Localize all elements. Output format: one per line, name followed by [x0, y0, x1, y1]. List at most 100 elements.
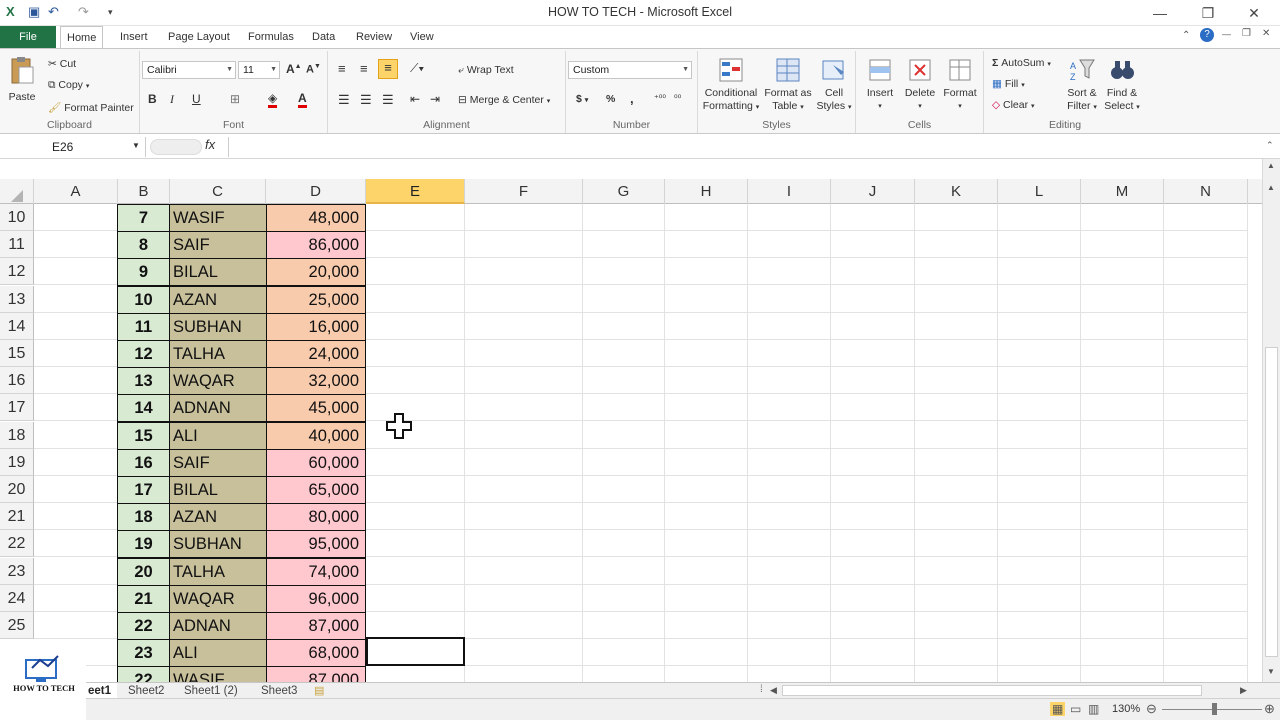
orientation-icon[interactable]: ⟋▾ — [410, 61, 424, 76]
currency-button[interactable]: $ ▾ — [576, 93, 588, 105]
align-center-icon[interactable]: ☰ — [360, 92, 372, 108]
help-icon[interactable]: ? — [1200, 28, 1214, 42]
align-bottom-icon[interactable]: ≡ — [378, 59, 398, 79]
restore-icon[interactable]: ❐ — [1188, 2, 1228, 24]
align-left-icon[interactable]: ☰ — [338, 92, 350, 108]
split-vertical-icon[interactable]: ▲ — [1267, 161, 1275, 170]
increase-indent-icon[interactable]: ⇥ — [430, 92, 440, 106]
vertical-scrollbar[interactable]: ▲ ▲ ▼ — [1262, 159, 1280, 682]
cell-b[interactable]: 10 — [117, 285, 170, 314]
tab-insert[interactable]: Insert — [114, 26, 154, 48]
cell-d[interactable]: 68,000 — [266, 639, 366, 668]
cell-d[interactable]: 32,000 — [266, 367, 366, 396]
normal-view-icon[interactable]: ▦ — [1050, 702, 1066, 716]
cell-d[interactable]: 16,000 — [266, 312, 366, 341]
cell-c[interactable]: TALHA — [169, 340, 267, 368]
scroll-left-icon[interactable]: ◀ — [770, 685, 777, 696]
format-painter-button[interactable]: 🖌 Format Painter — [48, 101, 134, 114]
minimize-ribbon-icon[interactable]: ⌃ — [1182, 30, 1190, 41]
cell-b[interactable]: 12 — [117, 340, 170, 368]
cell-d[interactable]: 87,000 — [266, 612, 366, 640]
insert-function-icon[interactable]: fx — [205, 137, 215, 152]
cell-b[interactable]: 22 — [117, 666, 170, 682]
scroll-up-icon[interactable]: ▲ — [1267, 183, 1275, 192]
row-header[interactable]: 17 — [0, 394, 34, 422]
cell-c[interactable]: AZAN — [169, 503, 267, 532]
row-header[interactable]: 11 — [0, 231, 34, 259]
merge-center-button[interactable]: ⊟ Merge & Center ▾ — [458, 94, 550, 106]
column-header-i[interactable]: I — [748, 179, 831, 204]
align-middle-icon[interactable]: ≡ — [360, 61, 368, 76]
decrease-decimal-icon[interactable]: ⁰⁰ — [674, 93, 681, 104]
cell-d[interactable]: 80,000 — [266, 503, 366, 532]
number-format-select[interactable]: Custom ▼ — [568, 61, 692, 79]
align-top-icon[interactable]: ≡ — [338, 61, 346, 76]
zoom-level[interactable]: 130% — [1112, 703, 1140, 715]
borders-icon[interactable]: ⊞ — [230, 92, 240, 106]
delete-cells-button[interactable]: Delete ▾ — [900, 57, 940, 113]
workbook-minimize-icon[interactable]: — — [1222, 29, 1231, 39]
cell-b[interactable]: 16 — [117, 448, 170, 477]
page-break-view-icon[interactable]: ▥ — [1088, 702, 1099, 716]
cell-c[interactable]: WAQAR — [169, 367, 267, 396]
row-header[interactable]: 21 — [0, 503, 34, 531]
cell-c[interactable]: SUBHAN — [169, 530, 267, 559]
row-header[interactable]: 24 — [0, 584, 34, 612]
cell-c[interactable]: WAQAR — [169, 584, 267, 613]
expand-formula-bar-icon[interactable]: ⌃ — [1266, 140, 1274, 151]
cell-d[interactable]: 65,000 — [266, 476, 366, 504]
tab-file[interactable]: File — [0, 26, 56, 48]
wrap-text-button[interactable]: ⤶ Wrap Text — [458, 64, 514, 77]
tab-formulas[interactable]: Formulas — [242, 26, 300, 48]
vertical-scroll-thumb[interactable] — [1265, 347, 1278, 657]
cell-c[interactable]: BILAL — [169, 258, 267, 287]
scroll-right-icon[interactable]: ▶ — [1240, 685, 1247, 696]
page-layout-view-icon[interactable]: ▭ — [1070, 702, 1081, 716]
row-header[interactable]: 16 — [0, 367, 34, 395]
increase-decimal-icon[interactable]: ⁺⁰⁰ — [654, 93, 666, 104]
cell-c[interactable]: ALI — [169, 639, 267, 668]
zoom-slider-thumb[interactable] — [1212, 703, 1217, 715]
percent-button[interactable]: % — [606, 93, 615, 105]
column-header-a[interactable]: A — [34, 179, 118, 204]
column-header-f[interactable]: F — [465, 179, 583, 204]
row-header[interactable]: 18 — [0, 421, 34, 449]
cell-d[interactable]: 86,000 — [266, 231, 366, 260]
cell-b[interactable]: 19 — [117, 530, 170, 559]
close-icon[interactable]: ✕ — [1234, 2, 1274, 24]
formula-input[interactable] — [228, 137, 1263, 157]
column-header-b[interactable]: B — [118, 179, 170, 204]
minimize-icon[interactable]: — — [1140, 2, 1180, 24]
tab-home[interactable]: Home — [60, 26, 104, 48]
sheet-tab-sheet2[interactable]: Sheet2 — [122, 683, 170, 699]
row-header[interactable]: 10 — [0, 204, 34, 231]
tab-page-layout[interactable]: Page Layout — [162, 26, 236, 48]
sheet-tab-sheet1-2[interactable]: Sheet1 (2) — [178, 683, 244, 699]
workbook-close-icon[interactable]: ✕ — [1262, 28, 1270, 39]
comma-button[interactable]: , — [630, 91, 634, 106]
column-header-e[interactable]: E — [366, 179, 465, 204]
sort-filter-button[interactable]: AZ Sort & Filter ▾ — [1062, 57, 1102, 114]
column-header-h[interactable]: H — [665, 179, 748, 204]
clear-button[interactable]: ◇ Clear ▾ — [992, 99, 1035, 111]
column-header-g[interactable]: G — [583, 179, 665, 204]
row-header[interactable]: 19 — [0, 448, 34, 476]
row-header[interactable]: 13 — [0, 285, 34, 313]
decrease-indent-icon[interactable]: ⇤ — [410, 92, 420, 106]
tab-split-icon[interactable]: ⁞ — [760, 684, 763, 695]
italic-button[interactable]: I — [170, 92, 174, 107]
cell-c[interactable]: ADNAN — [169, 394, 267, 423]
find-select-button[interactable]: Find & Select ▾ — [1102, 57, 1142, 114]
cell-c[interactable]: SAIF — [169, 448, 267, 477]
sheet-tab-sheet3[interactable]: Sheet3 — [255, 683, 303, 699]
font-size-select[interactable]: 11 ▼ — [238, 61, 280, 79]
cell-c[interactable]: WASIF — [169, 666, 267, 682]
tab-review[interactable]: Review — [350, 26, 398, 48]
cell-b[interactable]: 13 — [117, 367, 170, 396]
align-right-icon[interactable]: ☰ — [382, 92, 394, 108]
autosum-button[interactable]: Σ AutoSum ▾ — [992, 57, 1051, 69]
underline-button[interactable]: U — [192, 92, 201, 106]
scroll-down-icon[interactable]: ▼ — [1267, 667, 1275, 676]
cell-styles-button[interactable]: Cell Styles ▾ — [814, 57, 854, 114]
horizontal-scroll-thumb[interactable] — [782, 685, 1202, 696]
